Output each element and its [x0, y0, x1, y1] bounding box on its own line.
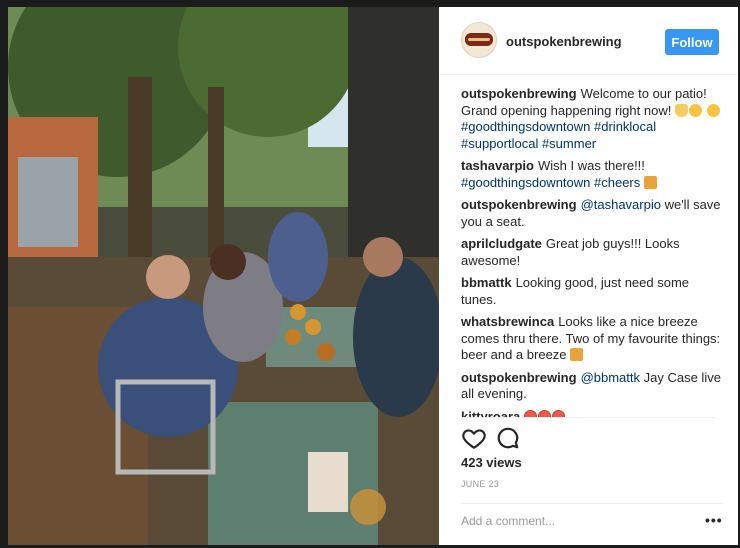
- heart-eyes-icon: [538, 409, 552, 417]
- post-sidebar: outspokenbrewing Follow outspokenbrewing…: [439, 7, 738, 545]
- follow-button[interactable]: Follow: [665, 29, 719, 55]
- comment-username[interactable]: bbmattk: [461, 275, 512, 290]
- view-count[interactable]: 423 views: [461, 455, 522, 470]
- comment-username[interactable]: outspokenbrewing: [461, 197, 577, 212]
- hashtag-link[interactable]: #cheers: [594, 175, 640, 190]
- hashtag-link[interactable]: #drinklocal: [594, 119, 656, 134]
- comment: whatsbrewinca Looks like a nice breeze co…: [461, 314, 723, 364]
- divider: [461, 417, 716, 418]
- comment: outspokenbrewing Welcome to our patio! Gr…: [461, 86, 723, 152]
- comment-username[interactable]: whatsbrewinca: [461, 314, 554, 329]
- hashtag-link[interactable]: #supportlocal: [461, 136, 538, 151]
- comment-username[interactable]: outspokenbrewing: [461, 86, 577, 101]
- heart-eyes-icon: [552, 409, 566, 417]
- comment-username[interactable]: tashavarpio: [461, 158, 534, 173]
- comment-username[interactable]: aprilcludgate: [461, 236, 542, 251]
- comment: outspokenbrewing @bbmattk Jay Case live a…: [461, 370, 723, 403]
- comment: outspokenbrewing @tashavarpio we'll save …: [461, 197, 723, 230]
- username-link[interactable]: outspokenbrewing: [506, 34, 622, 49]
- hashtag-link[interactable]: #summer: [542, 136, 596, 151]
- post-photo[interactable]: [8, 7, 439, 545]
- comment-text: Wish I was there!!!: [537, 158, 645, 173]
- comment: aprilcludgate Great job guys!!! Looks awe…: [461, 236, 723, 269]
- patio-scene-image: [8, 7, 439, 545]
- comment: tashavarpio Wish I was there!!! #goodthin…: [461, 158, 723, 191]
- mention-link[interactable]: @bbmattk: [581, 370, 640, 385]
- add-comment-input[interactable]: Add a comment...: [461, 514, 555, 528]
- speech-bubble-icon[interactable]: [495, 425, 521, 451]
- hashtag-link[interactable]: #goodthingsdowntown: [461, 175, 590, 190]
- raised-hands-icon: [674, 103, 688, 117]
- divider: [461, 503, 723, 504]
- mention-link[interactable]: @tashavarpio: [581, 197, 661, 212]
- beer-mugs-icon: [643, 175, 657, 189]
- smiling-face-icon: [706, 103, 720, 117]
- instagram-post: outspokenbrewing Follow outspokenbrewing…: [8, 7, 738, 545]
- comment: kittyroara: [461, 409, 723, 418]
- avatar[interactable]: [461, 22, 497, 58]
- comments-list: outspokenbrewing Welcome to our patio! Gr…: [461, 86, 723, 417]
- post-date[interactable]: JUNE 23: [461, 479, 499, 489]
- post-header: outspokenbrewing Follow: [439, 7, 738, 75]
- comment-username[interactable]: outspokenbrewing: [461, 370, 577, 385]
- flushed-face-icon: [688, 103, 702, 117]
- heart-outline-icon[interactable]: [461, 425, 487, 451]
- ellipsis-icon[interactable]: •••: [705, 512, 723, 528]
- heart-eyes-icon: [524, 409, 538, 417]
- hashtag-link[interactable]: #goodthingsdowntown: [461, 119, 590, 134]
- comment-username[interactable]: kittyroara: [461, 409, 520, 418]
- beer-mugs-icon: [570, 348, 584, 361]
- comment: bbmattk Looking good, just need some tune…: [461, 275, 723, 308]
